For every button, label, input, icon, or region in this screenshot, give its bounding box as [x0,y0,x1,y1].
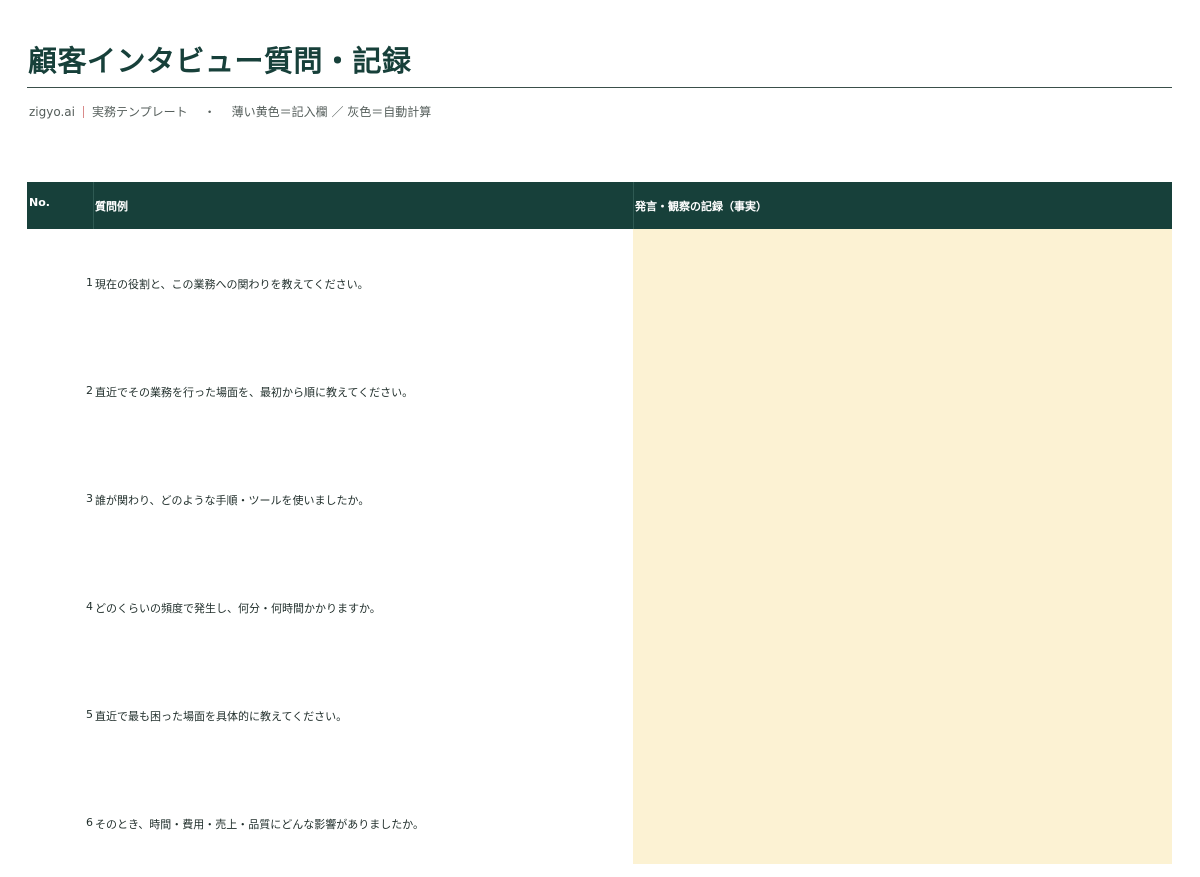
question-text: どのくらいの頻度で発生し、何分・何時間かかりますか。 [95,602,381,615]
table-header: No. 質問例 発言・観察の記録（事実） [27,182,1172,229]
column-header-record: 発言・観察の記録（事実） [635,199,767,213]
table-row: 5 直近で最も困った場面を具体的に教えてください。 [27,661,633,769]
column-header-question: 質問例 [95,199,128,213]
row-number: 5 [86,708,93,721]
table-row: 3 誰が関わり、どのような手順・ツールを使いましたか。 [27,445,633,553]
question-text: 直近でその業務を行った場面を、最初から順に教えてください。 [95,386,414,399]
table-row: 4 どのくらいの頻度で発生し、何分・何時間かかりますか。 [27,553,633,661]
template-type: 実務テンプレート [91,105,188,119]
page-title: 顧客インタビュー質問・記録 [28,44,412,78]
bullet-separator: ・ [203,105,216,119]
row-number: 2 [86,384,93,397]
interview-table: No. 質問例 発言・観察の記録（事実） 1 現在の役割と、この業務への関わりを… [27,182,1172,864]
brand-separator [82,105,84,118]
column-divider [633,182,634,229]
column-header-no: No. [29,196,50,209]
question-text: 現在の役割と、この業務への関わりを教えてください。 [95,278,369,291]
column-divider [93,182,94,229]
row-number: 4 [86,600,93,613]
question-text: そのとき、時間・費用・売上・品質にどんな影響がありましたか。 [95,818,425,831]
question-text: 誰が関わり、どのような手順・ツールを使いましたか。 [95,494,370,507]
table-row: 2 直近でその業務を行った場面を、最初から順に教えてください。 [27,337,633,445]
record-input-column[interactable] [633,229,1172,864]
color-legend: 薄い黄色＝記入欄 ／ 灰色＝自動計算 [231,105,432,119]
title-divider [27,87,1172,88]
subtitle: zigyo.ai 実務テンプレート ・ 薄い黄色＝記入欄 ／ 灰色＝自動計算 [29,103,431,120]
brand-label: zigyo.ai [29,104,75,119]
table-row: 1 現在の役割と、この業務への関わりを教えてください。 [27,229,633,337]
row-number: 1 [86,276,93,289]
question-text: 直近で最も困った場面を具体的に教えてください。 [95,710,348,723]
row-number: 3 [86,492,93,505]
row-number: 6 [86,816,93,829]
table-row: 6 そのとき、時間・費用・売上・品質にどんな影響がありましたか。 [27,769,633,877]
